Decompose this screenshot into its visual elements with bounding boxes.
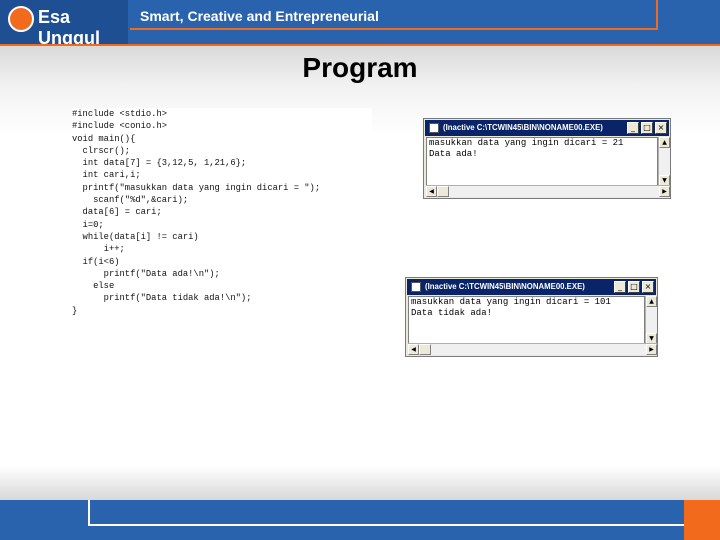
- close-button[interactable]: ×: [655, 122, 667, 134]
- code-line: void main(){: [72, 133, 136, 144]
- scroll-up-icon[interactable]: ▲: [659, 137, 670, 148]
- scroll-left-icon[interactable]: ◀: [408, 344, 419, 355]
- console-output-line: masukkan data yang ingin dicari = 21: [429, 138, 624, 148]
- scroll-thumb[interactable]: [437, 186, 449, 197]
- code-line: i++;: [72, 244, 125, 255]
- code-line: printf("Data ada!\n");: [72, 268, 220, 279]
- logo-text: Esa Unggul: [38, 7, 100, 48]
- console-output[interactable]: masukkan data yang ingin dicari = 101 Da…: [408, 296, 645, 344]
- code-line: #include <stdio.h>: [72, 109, 168, 119]
- scroll-thumb[interactable]: [419, 344, 431, 355]
- close-button[interactable]: ×: [642, 281, 654, 293]
- scroll-up-icon[interactable]: ▲: [646, 296, 657, 307]
- maximize-button[interactable]: □: [641, 122, 653, 134]
- console-app-icon[interactable]: [411, 282, 421, 292]
- console-title: (Inactive C:\TCWIN45\BIN\NONAME00.EXE): [443, 123, 603, 132]
- footer-bar: [0, 500, 720, 540]
- horizontal-scrollbar[interactable]: ◀ ▶: [408, 343, 657, 355]
- console-window-1: (Inactive C:\TCWIN45\BIN\NONAME00.EXE) _…: [423, 118, 671, 199]
- minimize-button[interactable]: _: [614, 281, 626, 293]
- code-line: int data[7] = {3,12,5, 1,21,6};: [72, 158, 247, 169]
- minimize-button[interactable]: _: [627, 122, 639, 134]
- slide-title: Program: [302, 52, 418, 83]
- console-output-line: Data tidak ada!: [411, 308, 493, 318]
- scroll-left-icon[interactable]: ◀: [426, 186, 437, 197]
- console-window-2: (Inactive C:\TCWIN45\BIN\NONAME00.EXE) _…: [405, 277, 658, 357]
- code-line: data[6] = cari;: [72, 207, 162, 218]
- code-line: i=0;: [72, 219, 104, 230]
- code-listing: #include <stdio.h> #include <conio.h> vo…: [72, 108, 372, 318]
- code-line: scanf("%d",&cari);: [72, 195, 189, 206]
- console-titlebar[interactable]: (Inactive C:\TCWIN45\BIN\NONAME00.EXE) _…: [425, 120, 669, 136]
- footer-frame: [88, 500, 684, 526]
- console-app-icon[interactable]: [429, 123, 439, 133]
- footer-accent: [684, 500, 720, 540]
- code-line: clrscr();: [72, 145, 131, 156]
- code-line: printf("Data tidak ada!\n");: [72, 293, 252, 304]
- console-titlebar[interactable]: (Inactive C:\TCWIN45\BIN\NONAME00.EXE) _…: [407, 279, 656, 295]
- code-line: printf("masukkan data yang ingin dicari …: [72, 182, 321, 193]
- console-title: (Inactive C:\TCWIN45\BIN\NONAME00.EXE): [425, 282, 585, 291]
- scroll-right-icon[interactable]: ▶: [659, 186, 670, 197]
- code-line: if(i<6): [72, 256, 120, 267]
- code-line: else: [72, 281, 115, 292]
- vertical-scrollbar[interactable]: ▲ ▼: [645, 296, 657, 344]
- header-bar: Esa Unggul Smart, Creative and Entrepren…: [0, 0, 720, 48]
- maximize-button[interactable]: □: [628, 281, 640, 293]
- horizontal-scrollbar[interactable]: ◀ ▶: [426, 185, 670, 197]
- code-line: }: [72, 305, 78, 316]
- scroll-right-icon[interactable]: ▶: [646, 344, 657, 355]
- code-line: while(data[i] != cari): [72, 231, 199, 242]
- vertical-scrollbar[interactable]: ▲ ▼: [658, 137, 670, 186]
- code-line: #include <conio.h>: [72, 121, 168, 132]
- console-output[interactable]: masukkan data yang ingin dicari = 21 Dat…: [426, 137, 658, 186]
- console-output-line: Data ada!: [429, 149, 478, 159]
- tagline: Smart, Creative and Entrepreneurial: [140, 8, 379, 24]
- university-logo-icon: [8, 6, 34, 32]
- logo: Esa Unggul: [0, 0, 128, 48]
- code-line: int cari,i;: [72, 170, 141, 181]
- console-output-line: masukkan data yang ingin dicari = 101: [411, 297, 611, 307]
